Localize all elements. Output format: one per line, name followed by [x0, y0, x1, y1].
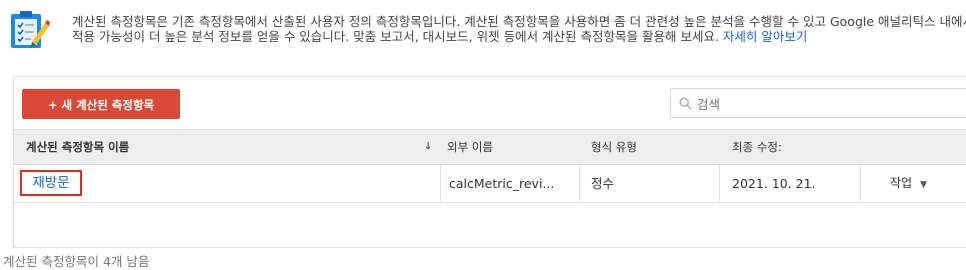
- calculated-metrics-panel: + 새 계산된 측정항목 계산된 측정항목 이름 ↓ 외부 이름 형식 유형 최…: [13, 76, 966, 248]
- info-text: 계산된 측정항목은 기존 측정항목에서 산출된 사용자 정의 측정항목입니다. …: [72, 14, 966, 44]
- info-banner: 계산된 측정항목은 기존 측정항목에서 산출된 사용자 정의 측정항목입니다. …: [10, 10, 966, 70]
- remaining-count-text: 계산된 측정항목이 4개 남음: [3, 254, 150, 269]
- metric-name-link[interactable]: 재방문: [20, 170, 82, 196]
- column-header-last-modified[interactable]: 최종 수정:: [732, 130, 782, 164]
- actions-dropdown[interactable]: 작업 ▼: [890, 165, 927, 202]
- search-box[interactable]: [670, 88, 966, 118]
- column-divider: [860, 165, 861, 202]
- table-row: 재방문 calcMetric_revi... 정수 2021. 10. 21. …: [14, 165, 966, 203]
- actions-label: 작업: [890, 176, 913, 190]
- info-description: 계산된 측정항목은 기존 측정항목에서 산출된 사용자 정의 측정항목입니다. …: [72, 14, 966, 44]
- column-divider: [440, 165, 441, 202]
- search-icon: [679, 97, 692, 110]
- last-modified-cell: 2021. 10. 21.: [732, 176, 816, 191]
- column-header-name[interactable]: 계산된 측정항목 이름: [26, 130, 129, 164]
- checklist-edit-icon: [10, 10, 50, 52]
- table-header: 계산된 측정항목 이름 ↓ 외부 이름 형식 유형 최종 수정:: [14, 129, 966, 165]
- toolbar: + 새 계산된 측정항목: [14, 77, 966, 123]
- learn-more-link[interactable]: 자세히 알아보기: [723, 29, 807, 44]
- column-header-format-type[interactable]: 형식 유형: [591, 130, 637, 164]
- new-calculated-metric-button[interactable]: + 새 계산된 측정항목: [22, 89, 180, 119]
- chevron-down-icon: ▼: [920, 180, 928, 190]
- column-divider: [579, 165, 580, 202]
- column-divider: [719, 165, 720, 202]
- format-type-cell: 정수: [591, 176, 615, 191]
- sort-descending-icon[interactable]: ↓: [424, 130, 432, 164]
- external-name-cell: calcMetric_revi...: [449, 176, 555, 191]
- column-header-external-name[interactable]: 외부 이름: [447, 130, 493, 164]
- search-input[interactable]: [695, 94, 959, 114]
